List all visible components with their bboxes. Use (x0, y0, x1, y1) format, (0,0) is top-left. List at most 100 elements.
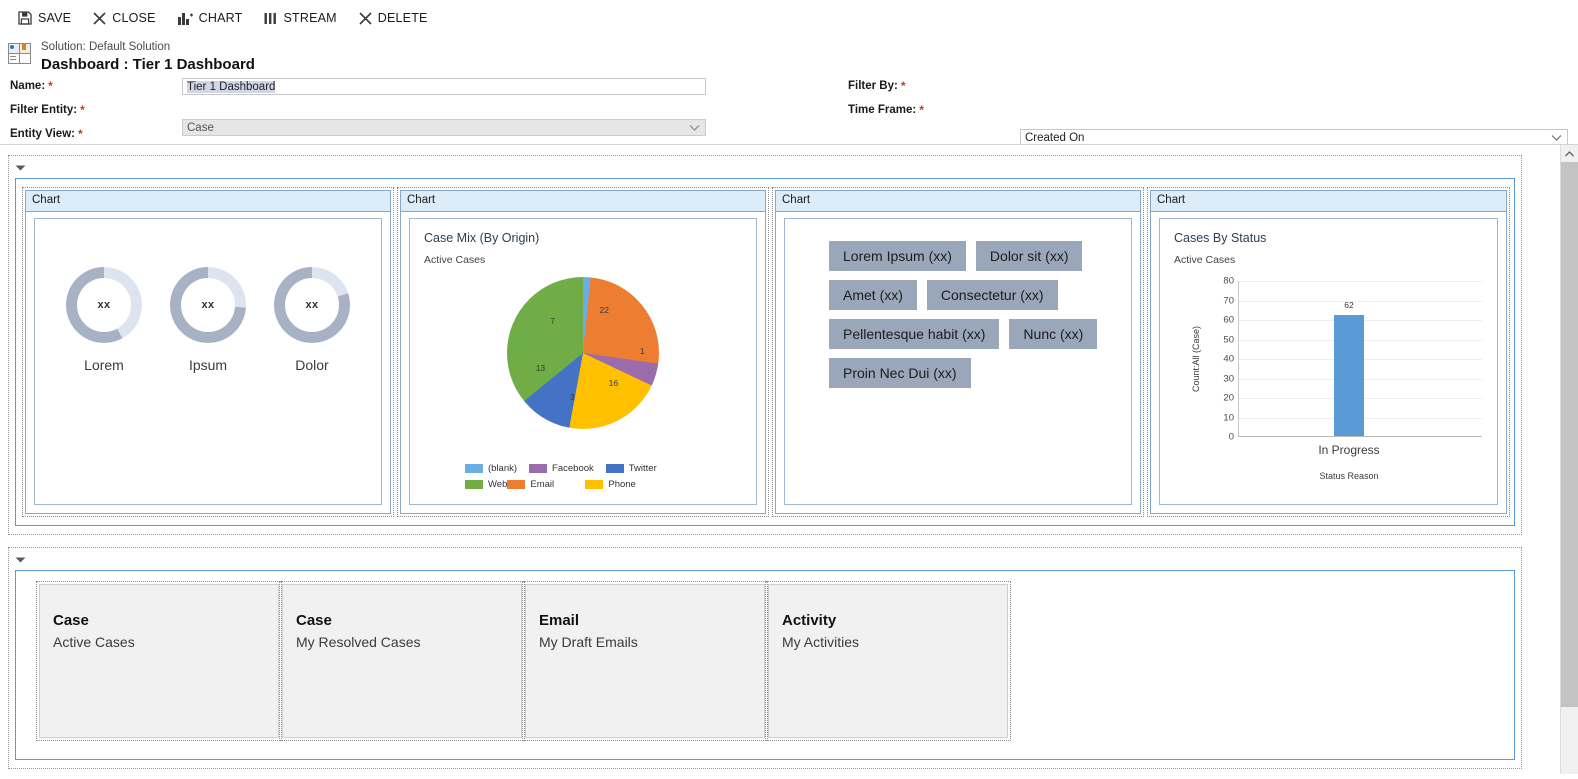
x-tick-in-progress: In Progress (1318, 443, 1379, 457)
tag-dolor-sit[interactable]: Dolor sit (xx) (976, 241, 1083, 271)
pie-chart-legend: (blank) Facebook Twitter (465, 463, 701, 490)
pie-slice-label-blank: 1 (640, 346, 645, 356)
y-tick-80: 80 (1204, 276, 1234, 287)
filter-by-label: Filter By: (848, 80, 898, 92)
stream-tile-case-active[interactable]: Case Active Cases (39, 584, 279, 738)
legend-label-blank: (blank) (488, 463, 517, 474)
entity-view-field-row: Entity View: * (10, 127, 83, 141)
tag-cloud: Lorem Ipsum (xx) Dolor sit (xx) Amet (xx… (829, 241, 1113, 388)
legend-item-phone[interactable]: Phone (585, 479, 635, 490)
chart-cell-2[interactable]: Chart Case Mix (By Origin) Active Cases … (397, 187, 769, 517)
tag-proin-nec-dui[interactable]: Proin Nec Dui (xx) (829, 358, 971, 388)
stream-tile-wrap-3[interactable]: Email My Draft Emails (522, 581, 768, 741)
page-title-block: Solution: Default Solution Dashboard : T… (0, 36, 1578, 76)
tile-view-2: My Resolved Cases (296, 632, 521, 652)
filter-by-field-row: Filter By: * (848, 79, 906, 93)
legend-swatch-web (465, 480, 483, 489)
bar-chart-x-title: Status Reason (1319, 471, 1378, 481)
scroll-up-arrow-icon[interactable] (1561, 145, 1578, 162)
stream-tile-case-resolved[interactable]: Case My Resolved Cases (282, 584, 522, 738)
pie-chart-subtitle: Active Cases (424, 254, 756, 266)
bar-chart-y-title: Count:All (Case) (1191, 326, 1201, 392)
stream-tile-wrap-4[interactable]: Activity My Activities (765, 581, 1011, 741)
chart-surface-2: Case Mix (By Origin) Active Cases 1 16 3… (409, 218, 757, 505)
legend-item-blank[interactable]: (blank) (465, 463, 517, 474)
tag-pellentesque[interactable]: Pellentesque habit (xx) (829, 319, 999, 349)
legend-item-email[interactable]: Email (507, 479, 585, 490)
close-label: CLOSE (112, 11, 155, 25)
legend-swatch-facebook (529, 464, 547, 473)
donut-gauge-1[interactable]: xx Lorem (66, 267, 142, 373)
y-tick-0: 0 (1204, 432, 1234, 443)
chart-panel-header-4: Chart (1151, 191, 1506, 212)
close-button[interactable]: CLOSE (93, 11, 155, 25)
tile-view-3: My Draft Emails (539, 632, 764, 652)
donut-ring-3: xx (274, 267, 350, 343)
legend-swatch-blank (465, 464, 483, 473)
stream-tile-activity[interactable]: Activity My Activities (768, 584, 1008, 738)
donut-gauge-row: xx Lorem xx Ipsum (35, 267, 381, 373)
collapse-section-chart-icon[interactable] (16, 161, 26, 171)
chevron-down-icon (689, 124, 700, 131)
chart-panel-tags[interactable]: Chart Lorem Ipsum (xx) Dolor sit (xx) Am… (775, 190, 1141, 514)
name-input[interactable]: Tier 1 Dashboard (182, 78, 706, 95)
tile-view-4: My Activities (782, 632, 1007, 652)
pie-slice-label-facebook: 3 (570, 392, 575, 402)
donut-gauge-2[interactable]: xx Ipsum (170, 267, 246, 373)
tag-nunc[interactable]: Nunc (xx) (1009, 319, 1097, 349)
bar-in-progress[interactable] (1334, 315, 1364, 436)
pie-chart-title: Case Mix (By Origin) (424, 231, 756, 245)
chart-panel-donuts[interactable]: Chart xx Lorem (25, 190, 391, 514)
legend-swatch-email (507, 480, 525, 489)
legend-label-email: Email (530, 479, 554, 490)
scrollbar-thumb[interactable] (1561, 162, 1578, 707)
legend-swatch-phone (585, 480, 603, 489)
tag-amet[interactable]: Amet (xx) (829, 280, 917, 310)
y-tick-60: 60 (1204, 315, 1234, 326)
close-icon (93, 12, 106, 25)
name-input-value: Tier 1 Dashboard (187, 81, 275, 93)
legend-label-web: Web (488, 479, 507, 490)
y-tick-40: 40 (1204, 354, 1234, 365)
chart-section-region: Chart xx Lorem (8, 155, 1522, 535)
legend-item-twitter[interactable]: Twitter (606, 463, 657, 474)
collapse-section-stream-icon[interactable] (16, 553, 26, 563)
chevron-down-icon (1551, 134, 1562, 141)
donut-value-1: xx (77, 278, 131, 332)
donut-ring-2: xx (170, 267, 246, 343)
save-label: SAVE (38, 11, 71, 25)
tile-view-1: Active Cases (53, 632, 278, 652)
legend-item-web[interactable]: Web (465, 479, 507, 490)
delete-label: DELETE (378, 11, 428, 25)
stream-button[interactable]: STREAM (264, 11, 336, 25)
save-button[interactable]: SAVE (18, 11, 71, 25)
chart-cell-1[interactable]: Chart xx Lorem (22, 187, 394, 517)
chart-button[interactable]: CHART (178, 11, 243, 25)
stream-tile-wrap-2[interactable]: Case My Resolved Cases (279, 581, 525, 741)
legend-item-facebook[interactable]: Facebook (529, 463, 594, 474)
donut-label-1: Lorem (84, 357, 124, 373)
chart-body-3: Lorem Ipsum (xx) Dolor sit (xx) Amet (xx… (776, 212, 1140, 513)
y-tick-20: 20 (1204, 393, 1234, 404)
stream-tile-email-drafts[interactable]: Email My Draft Emails (525, 584, 765, 738)
chart-cell-3[interactable]: Chart Lorem Ipsum (xx) Dolor sit (xx) Am… (772, 187, 1144, 517)
solution-icon (8, 43, 32, 65)
command-bar: SAVE CLOSE CHART STREAM (0, 0, 1578, 36)
solution-name: Solution: Default Solution (41, 40, 255, 54)
entity-view-label: Entity View: (10, 128, 75, 140)
chart-body-1: xx Lorem xx Ipsum (26, 212, 390, 513)
vertical-scrollbar[interactable] (1560, 145, 1578, 774)
y-tick-10: 10 (1204, 412, 1234, 423)
tag-consectetur[interactable]: Consectetur (xx) (927, 280, 1058, 310)
chart-panel-cases-by-status[interactable]: Chart Cases By Status Active Cases Count… (1150, 190, 1507, 514)
stream-tile-wrap-1[interactable]: Case Active Cases (36, 581, 282, 741)
chart-panel-case-mix[interactable]: Chart Case Mix (By Origin) Active Cases … (400, 190, 766, 514)
filter-entity-select[interactable]: Case (182, 119, 706, 136)
delete-button[interactable]: DELETE (359, 11, 428, 25)
donut-gauge-3[interactable]: xx Dolor (274, 267, 350, 373)
pie-slice-label-twitter: 7 (550, 316, 555, 326)
tag-lorem-ipsum[interactable]: Lorem Ipsum (xx) (829, 241, 966, 271)
bar-chart-subtitle: Active Cases (1174, 254, 1497, 266)
bar-chart-title: Cases By Status (1174, 231, 1497, 245)
chart-cell-4[interactable]: Chart Cases By Status Active Cases Count… (1147, 187, 1510, 517)
